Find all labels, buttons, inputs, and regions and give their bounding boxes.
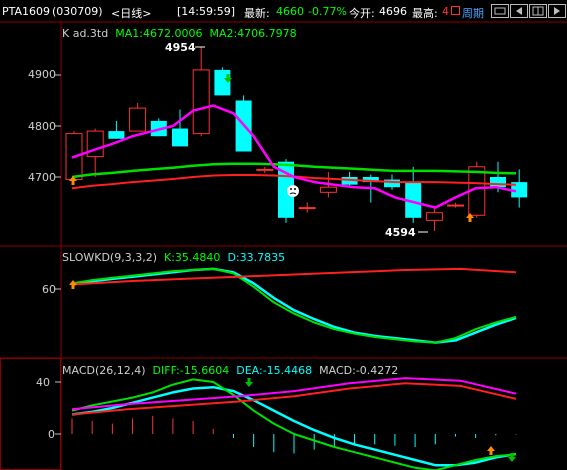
candle-body-up [256,168,274,171]
kd-k-label: K:35.4840 [164,251,221,264]
sell-arrow-icon [245,378,253,387]
ma1-label: MA1:4672.0006 [115,27,203,40]
candle-body-up [192,69,210,135]
macd-y-tick-40: 40 [36,376,50,389]
y-tick-4900: 4900 [28,68,56,81]
candle-body-up [86,130,104,158]
price-panel [65,47,528,232]
buy-arrow-icon [487,446,495,455]
candle-body-up [129,107,147,132]
chart-canvas[interactable] [0,0,567,470]
candle-body-up [425,212,443,221]
macd-diff-label: DIFF:-15.6604 [152,364,230,377]
kd-panel-title: SLOWKD(9,3,3,2) K:35.4840 D:33.7835 [62,251,285,264]
macd-value-label: MACD:-0.4272 [319,364,399,377]
buy-arrow-icon [69,280,77,289]
kd-panel [71,267,517,344]
smiley-eye-icon [290,188,292,190]
main-panel-title: K ad.3td MA1:4672.0006 MA2:4706.7978 [62,27,297,40]
macd-panel-title: MACD(26,12,4) DIFF:-15.6604 DEA:-15.4468… [62,364,398,377]
ma2-label: MA2:4706.7978 [209,27,297,40]
macd-y-tick-0: 0 [48,428,55,441]
kd-indicator-name: SLOWKD(9,3,3,2) [62,251,158,264]
y-tick-4700: 4700 [28,171,56,184]
grid-lines [0,21,567,470]
candle-body-down [108,131,125,139]
candle-body-up [447,204,465,207]
macd-red-segment [71,382,517,416]
smiley-eye-icon [294,188,296,190]
left-box [0,358,61,470]
kd-y-tick-60: 60 [42,283,56,296]
macd-diff-line [71,378,517,470]
macd-indicator-name: MACD(26,12,4) [62,364,146,377]
low-price-marker: 4594 [385,226,416,239]
candle-body-up [298,207,316,210]
high-price-marker: 4954 [165,41,196,54]
kd-d-label: D:33.7835 [227,251,286,264]
y-tick-4800: 4800 [28,120,56,133]
macd-dea-label: DEA:-15.4468 [236,364,313,377]
candle-body-down [490,177,506,188]
macd-panel [71,377,517,470]
candle-body-up [319,186,337,193]
candle-body-down [172,128,188,147]
main-indicator-name: K ad.3td [62,27,109,40]
smiley-face-icon [287,185,299,197]
macd-magenta-segment [71,377,517,411]
